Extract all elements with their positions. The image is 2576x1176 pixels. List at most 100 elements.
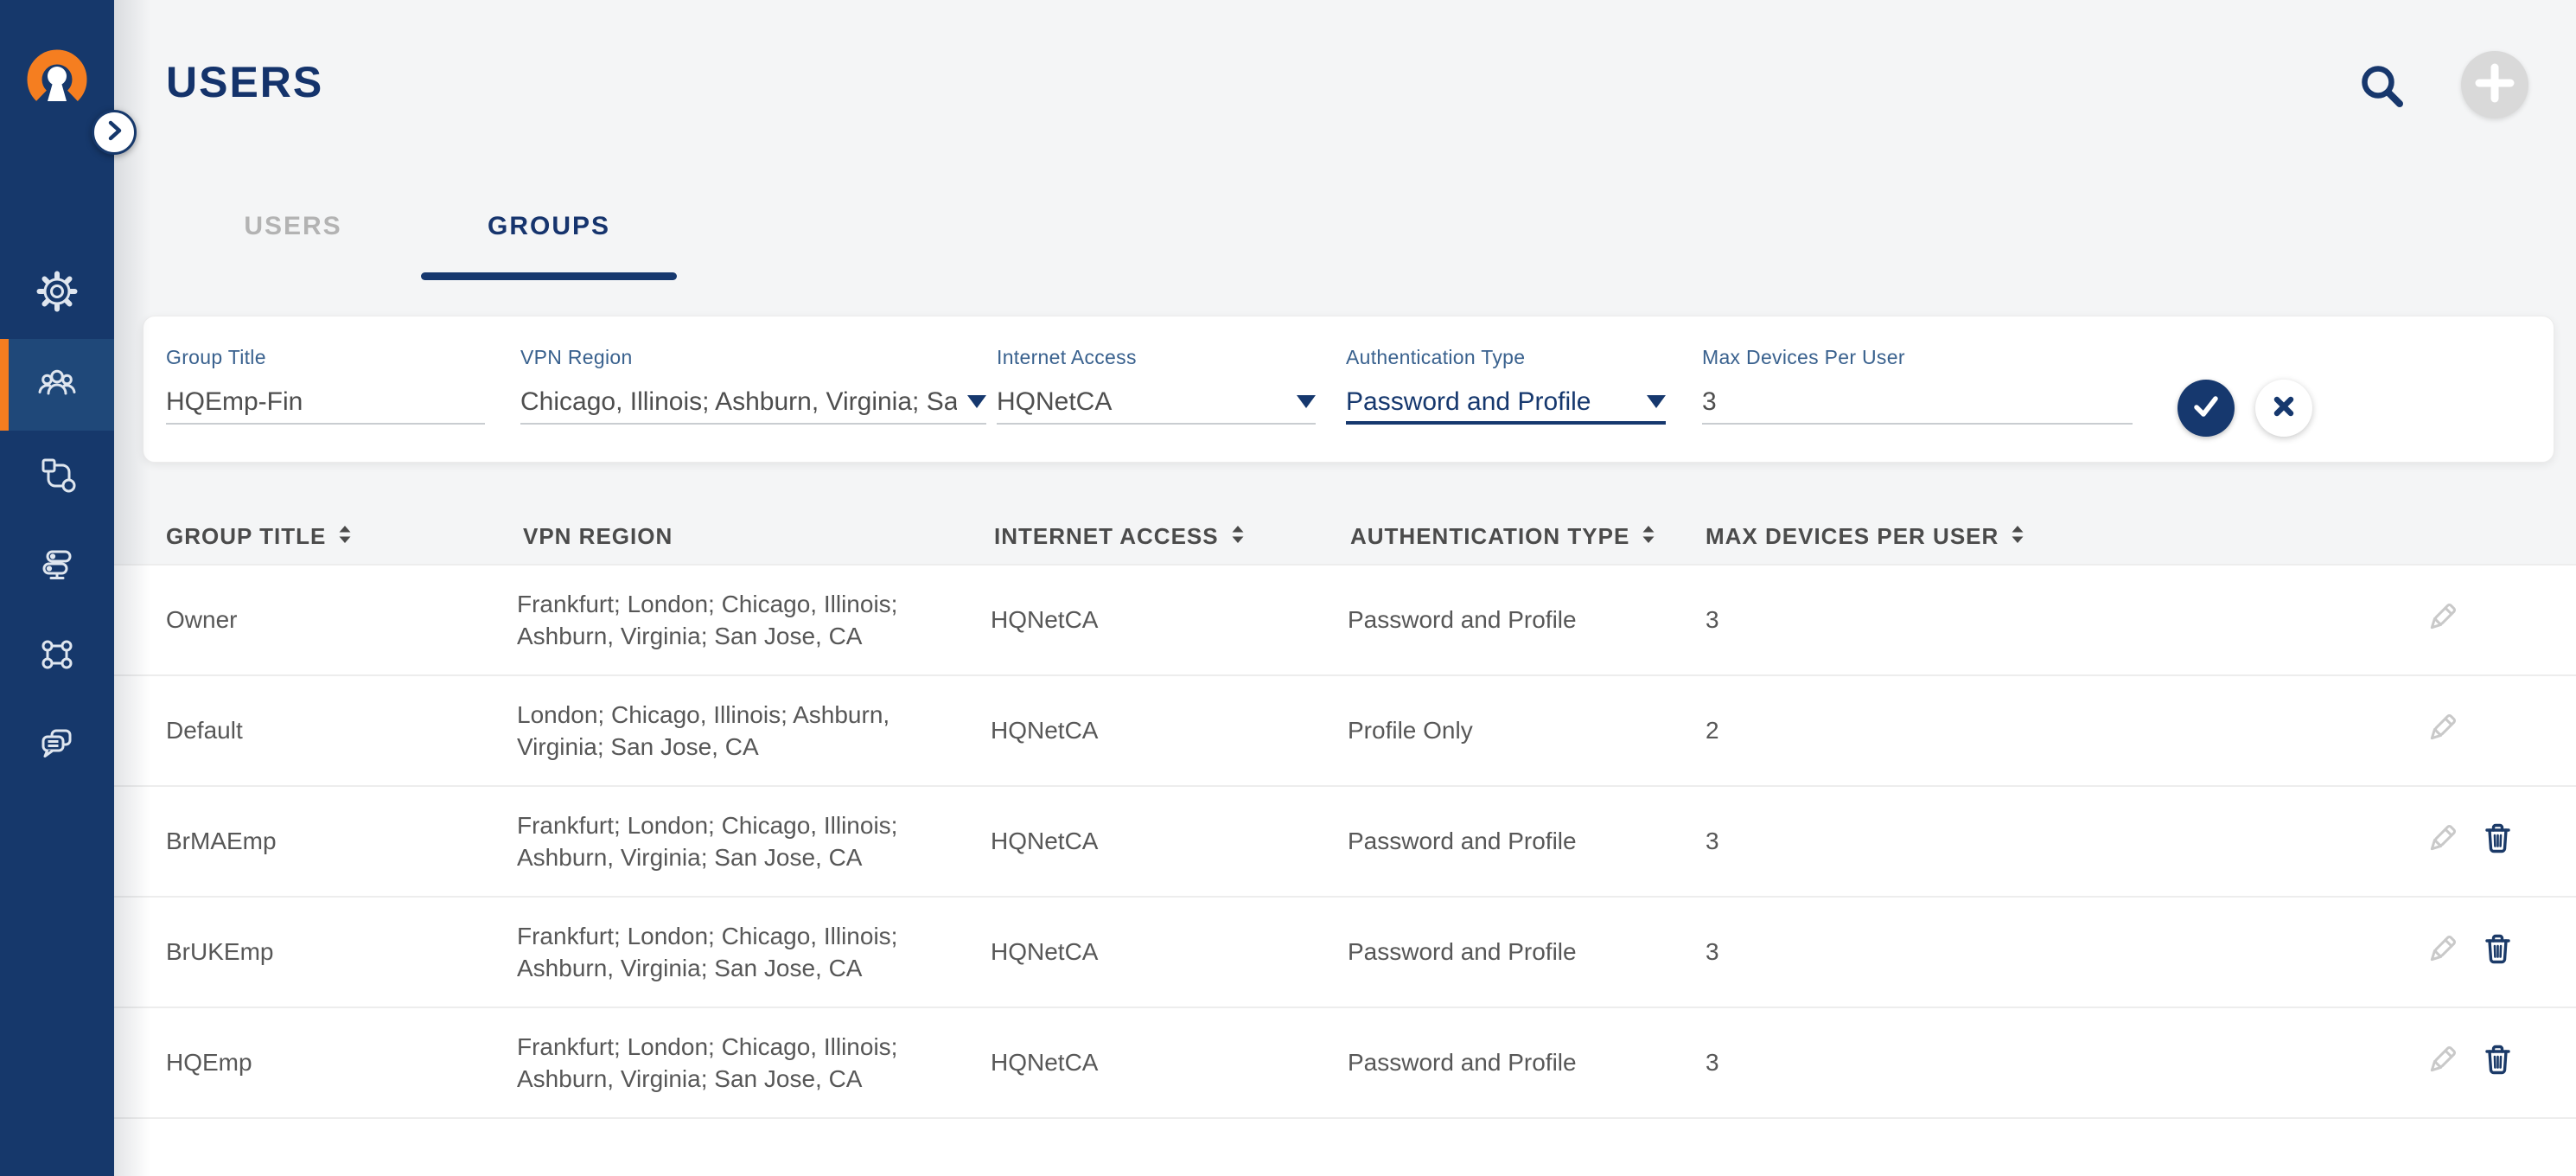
authentication-type-value: Password and Profile [1346,383,1666,421]
vpn-region-label: VPN Region [520,346,986,369]
field-underline [166,423,485,425]
close-icon [2267,389,2301,428]
sort-icon[interactable] [338,521,352,552]
cell-internet-access: HQNetCA [991,898,1098,1007]
field-underline [997,423,1316,425]
group-title-field[interactable]: Group Title [166,346,485,425]
sidebar-item-settings[interactable] [0,247,114,339]
cell-group-title: BrMAEmp [166,787,277,896]
table-row: Owner Frankfurt; London; Chicago, Illino… [114,566,2576,676]
linked-squares-icon [36,453,78,499]
cell-vpn-region: London; Chicago, Illinois; Ashburn, Virg… [517,676,1018,785]
sort-icon[interactable] [2011,521,2024,552]
field-underline [1346,421,1666,425]
check-icon [2186,387,2226,431]
delete-button[interactable] [2474,898,2521,1007]
sidebar-item-hosts[interactable] [0,430,114,521]
sidebar-item-users[interactable] [0,339,114,431]
chat-bubbles-icon [36,724,78,770]
edit-button[interactable] [2419,676,2465,785]
table-row: BrUKEmp Frankfurt; London; Chicago, Illi… [114,898,2576,1008]
table-row: BrMAEmp Frankfurt; London; Chicago, Illi… [114,787,2576,898]
column-header-group-title[interactable]: GROUP TITLE [166,521,352,552]
column-header-authentication-type[interactable]: AUTHENTICATION TYPE [1350,521,1655,552]
trash-icon [2477,819,2517,865]
cancel-button[interactable] [2255,380,2312,437]
cell-max-devices: 2 [1706,676,1719,785]
pencil-icon [2422,708,2462,754]
confirm-button[interactable] [2177,380,2235,437]
sort-icon[interactable] [1642,521,1655,552]
edit-button[interactable] [2419,787,2465,896]
sidebar-item-logs[interactable] [0,700,114,792]
max-devices-field[interactable]: Max Devices Per User [1702,346,2133,425]
pencil-icon [2422,1040,2462,1086]
internet-access-label: Internet Access [997,346,1316,369]
tab-groups[interactable]: GROUPS [421,204,677,249]
authentication-type-field[interactable]: Authentication Type Password and Profile [1346,346,1666,425]
cell-internet-access: HQNetCA [991,1008,1098,1117]
cell-vpn-region: Frankfurt; London; Chicago, Illinois; As… [517,787,1018,896]
field-underline [1702,423,2133,425]
users-group-icon [36,362,78,408]
max-devices-label: Max Devices Per User [1702,346,2133,369]
group-title-label: Group Title [166,346,485,369]
cell-internet-access: HQNetCA [991,676,1098,785]
authentication-type-label: Authentication Type [1346,346,1666,369]
delete-button[interactable] [2474,1008,2521,1117]
sort-icon[interactable] [1231,521,1245,552]
cell-authentication-type: Profile Only [1348,676,1473,785]
plus-icon [2461,49,2528,121]
add-group-button[interactable] [2461,51,2528,118]
vpn-region-value: Chicago, Illinois; Ashburn, Virginia; Sa [520,383,986,421]
search-button[interactable] [2356,61,2408,112]
trash-icon [2477,930,2517,975]
group-title-input[interactable] [166,383,485,421]
cell-vpn-region: Frankfurt; London; Chicago, Illinois; As… [517,566,1018,674]
cell-group-title: Default [166,676,243,785]
active-tab-indicator [421,272,677,280]
dropdown-caret-icon [967,395,986,408]
table-row: HQEmp Frankfurt; London; Chicago, Illino… [114,1008,2576,1119]
sidebar-item-network[interactable] [0,521,114,612]
cell-max-devices: 3 [1706,566,1719,674]
column-header-internet-access[interactable]: INTERNET ACCESS [994,521,1245,552]
edit-button[interactable] [2419,898,2465,1007]
pencil-icon [2422,819,2462,865]
field-underline [520,423,986,425]
edit-button[interactable] [2419,1008,2465,1117]
server-stack-icon [36,544,78,590]
dropdown-caret-icon [1297,395,1316,408]
chevron-right-icon [101,118,127,148]
cell-max-devices: 3 [1706,898,1719,1007]
cell-authentication-type: Password and Profile [1348,566,1577,674]
sidebar-item-topology[interactable] [0,611,114,703]
max-devices-input[interactable] [1702,383,2133,421]
search-icon [2356,101,2408,116]
cell-authentication-type: Password and Profile [1348,1008,1577,1117]
cell-max-devices: 3 [1706,1008,1719,1117]
cell-authentication-type: Password and Profile [1348,898,1577,1007]
cell-vpn-region: Frankfurt; London; Chicago, Illinois; As… [517,898,1018,1007]
cell-internet-access: HQNetCA [991,787,1098,896]
pencil-icon [2422,930,2462,975]
trash-icon [2477,1040,2517,1086]
internet-access-field[interactable]: Internet Access HQNetCA [997,346,1316,425]
delete-button[interactable] [2474,787,2521,896]
sidebar-collapse-button[interactable] [92,110,137,155]
edit-button[interactable] [2419,566,2465,674]
tab-users[interactable]: USERS [165,204,421,249]
vpn-region-field[interactable]: VPN Region Chicago, Illinois; Ashburn, V… [520,346,986,425]
cell-internet-access: HQNetCA [991,566,1098,674]
cell-group-title: Owner [166,566,237,674]
column-header-max-devices[interactable]: MAX DEVICES PER USER [1706,521,2024,552]
cell-max-devices: 3 [1706,787,1719,896]
pencil-icon [2422,598,2462,643]
active-item-indicator [0,339,9,431]
cell-group-title: HQEmp [166,1008,252,1117]
node-rectangle-icon [36,635,78,681]
cell-group-title: BrUKEmp [166,898,273,1007]
table-body: Owner Frankfurt; London; Chicago, Illino… [114,564,2576,1176]
gear-icon [36,271,78,316]
openvpn-admin-page: USERS USERS GROUPS Group Title VPN Regio… [0,0,2576,1176]
